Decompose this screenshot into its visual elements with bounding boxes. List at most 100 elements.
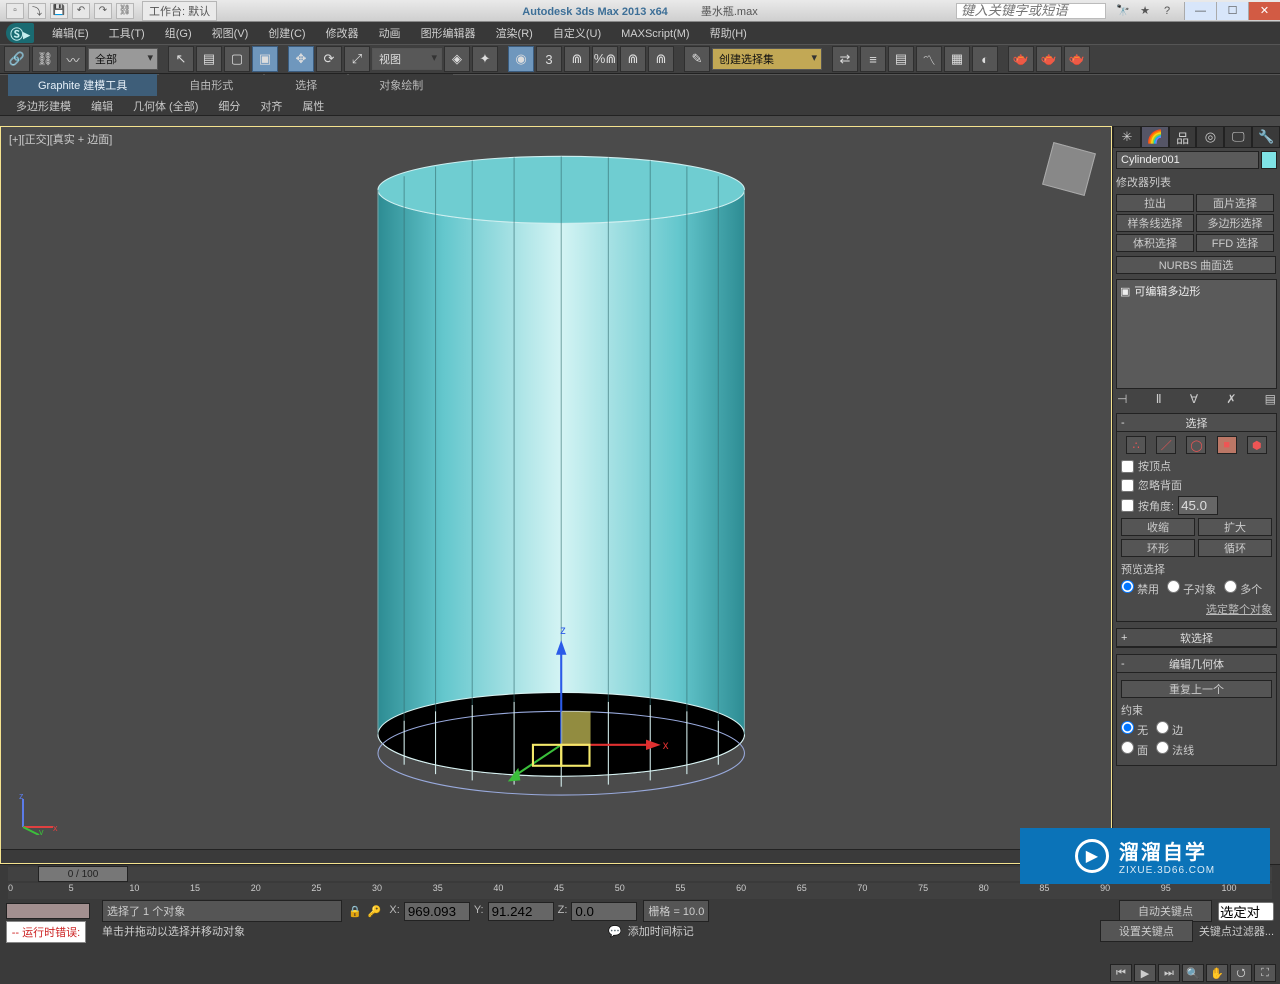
constraint-face-radio[interactable] <box>1121 741 1134 754</box>
viewport-orbit-icon[interactable]: ⭯ <box>1230 964 1252 982</box>
angle-input[interactable] <box>1178 496 1218 515</box>
preview-multi-radio[interactable] <box>1224 580 1237 593</box>
rect-region-icon[interactable]: ▢ <box>224 46 250 72</box>
constraint-normal-radio[interactable] <box>1156 741 1169 754</box>
key-filters-button[interactable]: 关键点过滤器... <box>1199 923 1274 939</box>
modifier-stack[interactable]: ▣可编辑多边形 <box>1116 279 1277 389</box>
edit-geometry-rollout-header[interactable]: -编辑几何体 <box>1117 655 1276 673</box>
ribbon-tab[interactable]: Graphite 建模工具 <box>8 74 157 96</box>
viewport-hscrollbar[interactable] <box>1 849 1111 863</box>
ribbon-tab[interactable]: 对象绘制 <box>349 74 453 96</box>
preview-off-radio[interactable] <box>1121 580 1134 593</box>
nav-prev-key-icon[interactable]: ⏮ <box>1110 964 1132 982</box>
window-crossing-icon[interactable]: ▣ <box>252 46 278 72</box>
binoculars-icon[interactable]: 🔭 <box>1114 3 1132 19</box>
app-menu-button[interactable]: Ⓢ▸ <box>6 23 34 43</box>
percent-snap-icon[interactable]: ⋒ <box>564 46 590 72</box>
menu-item[interactable]: 渲染(R) <box>486 26 543 42</box>
constraint-none-radio[interactable] <box>1121 721 1134 734</box>
auto-key-button[interactable]: 自动关键点 <box>1119 900 1212 922</box>
display-tab-icon[interactable]: 🖵 <box>1224 126 1252 148</box>
object-color-swatch[interactable] <box>1261 151 1277 169</box>
scale-icon[interactable]: ⤢ <box>344 46 370 72</box>
lock-icon[interactable]: 🔒 <box>348 905 362 918</box>
qat-link-icon[interactable]: ⛓ <box>116 3 134 19</box>
transform-z-input[interactable] <box>571 902 637 921</box>
ignore-backfacing-checkbox[interactable] <box>1121 479 1134 492</box>
pin-stack-icon[interactable]: ⊣ <box>1117 392 1127 406</box>
mirror-icon[interactable]: ⇄ <box>832 46 858 72</box>
menu-item[interactable]: MAXScript(M) <box>611 26 699 42</box>
menu-item[interactable]: 编辑(E) <box>42 26 99 42</box>
menu-item[interactable]: 帮助(H) <box>700 26 757 42</box>
nav-next-key-icon[interactable]: ⏭ <box>1158 964 1180 982</box>
create-tab-icon[interactable]: ✳ <box>1113 126 1141 148</box>
polygon-subobj-icon[interactable]: ■ <box>1217 436 1237 454</box>
utilities-tab-icon[interactable]: 🔧 <box>1252 126 1280 148</box>
render-frame-icon[interactable]: 🫖 <box>1036 46 1062 72</box>
grow-button[interactable]: 扩大 <box>1198 518 1272 536</box>
preview-subobj-radio[interactable] <box>1167 580 1180 593</box>
window-maximize-button[interactable]: ☐ <box>1216 2 1248 20</box>
viewport-pan-icon[interactable]: ✋ <box>1206 964 1228 982</box>
ref-coord-dropdown[interactable]: 视图 <box>372 48 442 70</box>
workspace-selector[interactable]: 工作台: 默认 <box>142 1 217 21</box>
vertex-subobj-icon[interactable]: ∴ <box>1126 436 1146 454</box>
nurbs-select-button[interactable]: NURBS 曲面选 <box>1116 256 1276 274</box>
repeat-last-button[interactable]: 重复上一个 <box>1121 680 1272 698</box>
ribbon-tab[interactable]: 自由形式 <box>159 74 263 96</box>
transform-x-input[interactable] <box>404 902 470 921</box>
render-setup-icon[interactable]: 🫖 <box>1008 46 1034 72</box>
viewport[interactable]: z x z x y <box>1 127 1111 849</box>
by-vertex-checkbox[interactable] <box>1121 460 1134 473</box>
menu-item[interactable]: 图形编辑器 <box>411 26 486 42</box>
help-icon[interactable]: ? <box>1158 3 1176 19</box>
time-slider[interactable]: 0 / 100 <box>38 866 128 882</box>
timeline-ruler[interactable]: 0510152025303540455055606570758085909510… <box>8 883 1272 899</box>
material-editor-icon[interactable]: ◐ <box>972 46 998 72</box>
menu-item[interactable]: 创建(C) <box>258 26 315 42</box>
named-sets-icon[interactable]: ✎ <box>684 46 710 72</box>
menu-item[interactable]: 动画 <box>369 26 411 42</box>
selection-filter-dropdown[interactable]: 全部 <box>88 48 158 70</box>
select-by-name-icon[interactable]: ▤ <box>196 46 222 72</box>
unlink-icon[interactable]: ⛓ <box>32 46 58 72</box>
menu-item[interactable]: 工具(T) <box>99 26 155 42</box>
snap-magnet-icon[interactable]: ⋒ <box>620 46 646 72</box>
link-icon[interactable]: 🔗 <box>4 46 30 72</box>
viewport-maximize-icon[interactable]: ⛶ <box>1254 964 1276 982</box>
expand-icon[interactable]: ▣ <box>1120 285 1130 298</box>
curve-editor-icon[interactable]: 〽 <box>916 46 942 72</box>
qat-redo-icon[interactable]: ↷ <box>94 3 112 19</box>
rotate-icon[interactable]: ⟳ <box>316 46 342 72</box>
soft-selection-rollout-header[interactable]: +软选择 <box>1117 629 1276 647</box>
ribbon-subtab[interactable]: 多边形建模 <box>8 96 79 116</box>
menu-item[interactable]: 修改器 <box>316 26 369 42</box>
loop-button[interactable]: 循环 <box>1198 539 1272 557</box>
bind-space-warp-icon[interactable]: 〰 <box>60 46 86 72</box>
render-icon[interactable]: 🫖 <box>1064 46 1090 72</box>
key-icon[interactable]: 🔑 <box>368 905 382 918</box>
shrink-button[interactable]: 收缩 <box>1121 518 1195 536</box>
viewport-label[interactable]: [+][正交][真实 + 边面] <box>9 131 112 147</box>
modifier-set-button[interactable]: 面片选择 <box>1196 194 1274 212</box>
select-object-icon[interactable]: ↖ <box>168 46 194 72</box>
object-name-field[interactable]: Cylinder001 <box>1116 151 1259 169</box>
modifier-set-button[interactable]: 多边形选择 <box>1196 214 1274 232</box>
ribbon-tab[interactable]: 选择 <box>265 74 347 96</box>
qat-undo-icon[interactable]: ↶ <box>72 3 90 19</box>
schematic-view-icon[interactable]: ▦ <box>944 46 970 72</box>
modify-tab-icon[interactable]: 🌈 <box>1141 126 1169 148</box>
help-search-input[interactable] <box>956 3 1106 19</box>
ring-button[interactable]: 环形 <box>1121 539 1195 557</box>
manipulate-icon[interactable]: ✦ <box>472 46 498 72</box>
menu-item[interactable]: 视图(V) <box>202 26 259 42</box>
select-whole-object-link[interactable]: 选定整个对象 <box>1121 601 1272 617</box>
menu-item[interactable]: 自定义(U) <box>543 26 611 42</box>
element-subobj-icon[interactable]: ⬢ <box>1247 436 1267 454</box>
named-selection-dropdown[interactable]: 创建选择集 <box>712 48 822 70</box>
modifier-set-button[interactable]: 体积选择 <box>1116 234 1194 252</box>
layers-icon[interactable]: ▤ <box>888 46 914 72</box>
modifier-set-button[interactable]: 样条线选择 <box>1116 214 1194 232</box>
snap-options-icon[interactable]: ⋒ <box>648 46 674 72</box>
